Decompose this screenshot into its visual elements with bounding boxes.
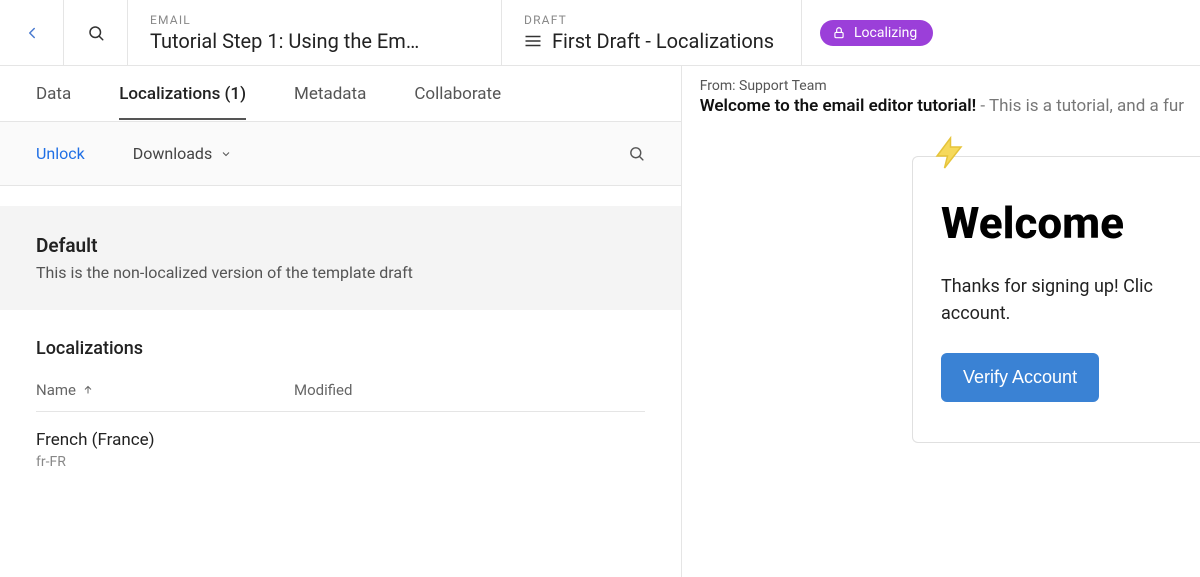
default-block[interactable]: Default This is the non-localized versio…	[0, 206, 681, 310]
col-name[interactable]: Name	[36, 381, 94, 399]
downloads-dropdown[interactable]: Downloads	[133, 144, 232, 163]
search-icon	[628, 145, 645, 162]
local-search-button[interactable]	[628, 145, 645, 162]
tab-localizations[interactable]: Localizations (1)	[119, 84, 246, 120]
default-title: Default	[36, 234, 645, 257]
preview-subject: Welcome to the email editor tutorial! - …	[682, 96, 1200, 126]
global-search-button[interactable]	[64, 0, 128, 65]
search-icon	[87, 24, 105, 42]
preview-subject-gray: - This is a tutorial, and a fur	[976, 96, 1184, 116]
status-cell: Localizing	[802, 0, 1200, 65]
email-title: Tutorial Step 1: Using the Email B…	[150, 29, 430, 53]
locale-code: fr-FR	[36, 454, 645, 470]
localizations-section: Localizations Name Modified French (Fran…	[0, 310, 681, 488]
tab-metadata[interactable]: Metadata	[294, 84, 366, 104]
localizations-columns: Name Modified	[36, 381, 645, 412]
list-item[interactable]: French (France) fr-FR	[36, 412, 645, 488]
lightning-icon	[931, 135, 967, 171]
draft-crumb[interactable]: DRAFT First Draft - Localizations	[502, 0, 802, 65]
lock-icon	[832, 26, 846, 40]
status-badge: Localizing	[820, 20, 933, 46]
unlock-button[interactable]: Unlock	[36, 144, 85, 163]
preview-welcome-body: Thanks for signing up! Clic account.	[941, 273, 1200, 327]
chevron-left-icon	[23, 24, 41, 42]
tab-collaborate[interactable]: Collaborate	[414, 84, 501, 104]
back-button[interactable]	[0, 0, 64, 65]
draft-eyebrow: DRAFT	[524, 13, 567, 27]
default-subtitle: This is the non-localized version of the…	[36, 263, 645, 282]
locale-name: French (France)	[36, 430, 645, 450]
status-badge-label: Localizing	[854, 25, 917, 41]
localizations-heading: Localizations	[36, 338, 645, 359]
top-bar: EMAIL Tutorial Step 1: Using the Email B…	[0, 0, 1200, 66]
chevron-down-icon	[220, 148, 232, 160]
arrow-up-icon	[82, 384, 94, 396]
verify-account-button[interactable]: Verify Account	[941, 353, 1099, 402]
preview-welcome-heading: Welcome	[941, 197, 1200, 249]
tabs: Data Localizations (1) Metadata Collabor…	[0, 66, 681, 122]
preview-from: From: Support Team	[682, 78, 1200, 96]
preview-subject-bold: Welcome to the email editor tutorial!	[700, 96, 976, 116]
action-row: Unlock Downloads	[0, 122, 681, 186]
email-preview-card: Welcome Thanks for signing up! Clic acco…	[912, 156, 1200, 443]
email-crumb[interactable]: EMAIL Tutorial Step 1: Using the Email B…	[128, 0, 502, 65]
menu-icon	[524, 34, 542, 48]
draft-title: First Draft - Localizations	[552, 29, 774, 53]
left-panel: Data Localizations (1) Metadata Collabor…	[0, 66, 682, 577]
preview-panel: From: Support Team Welcome to the email …	[682, 66, 1200, 577]
tab-data[interactable]: Data	[36, 84, 71, 104]
downloads-label: Downloads	[133, 144, 212, 163]
email-eyebrow: EMAIL	[150, 13, 191, 27]
col-modified[interactable]: Modified	[294, 381, 352, 399]
